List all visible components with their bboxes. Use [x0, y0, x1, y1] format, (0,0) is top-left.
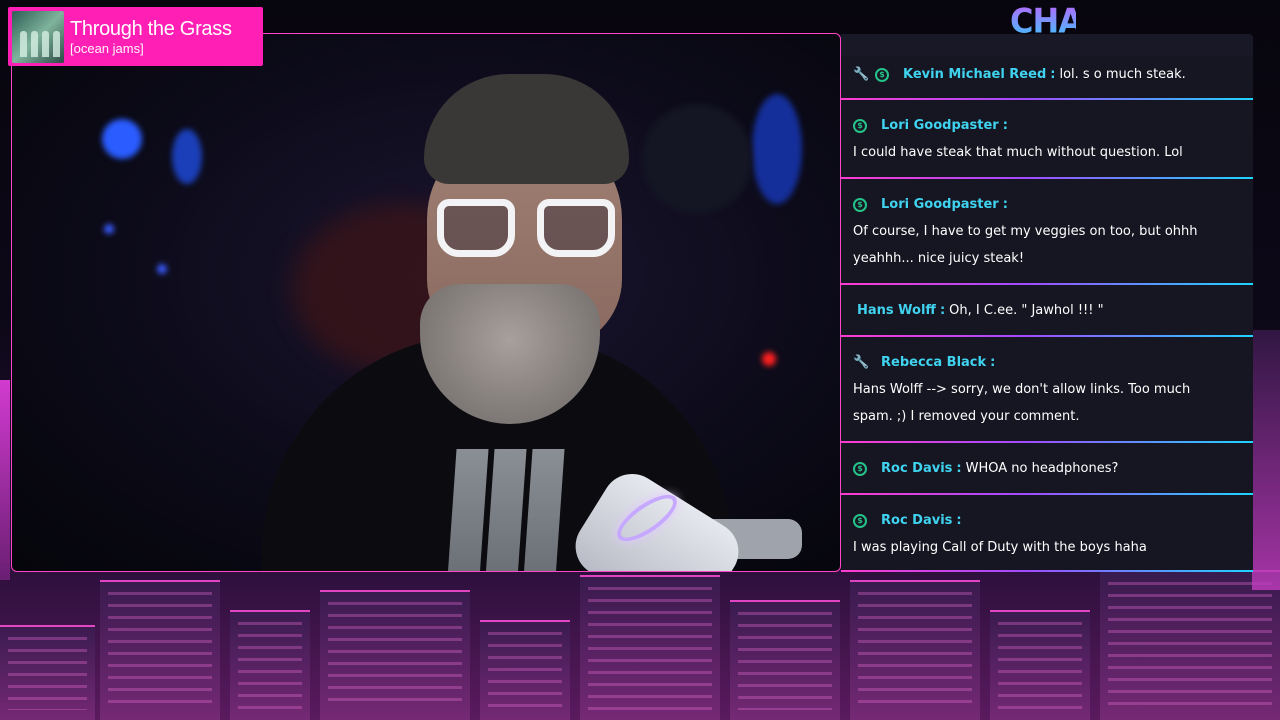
- wrench-icon: 🔧: [853, 354, 870, 370]
- chat-panel: 🔧 $ Kevin Michael Reed : lol. s o much s…: [841, 34, 1253, 572]
- chat-text: lol. s o much steak.: [1059, 67, 1186, 82]
- chat-username: Roc Davis: [881, 513, 953, 528]
- chat-message: $ Lori Goodpaster : Of course, I have to…: [841, 179, 1253, 285]
- chat-username: Hans Wolff: [857, 303, 936, 318]
- webcam-feed: [11, 33, 841, 572]
- chat-text: I was playing Call of Duty with the boys…: [853, 540, 1147, 555]
- chat-message: $ Roc Davis : I was playing Call of Duty…: [841, 495, 1253, 572]
- money-icon: $: [853, 513, 867, 528]
- chat-separator: :: [1002, 118, 1008, 133]
- chat-separator: :: [1002, 197, 1008, 212]
- wrench-icon: 🔧: [853, 66, 870, 82]
- chat-username: Kevin Michael Reed: [903, 67, 1047, 82]
- chat-text: Of course, I have to get my veggies on t…: [853, 224, 1198, 239]
- chat-separator: :: [939, 303, 946, 318]
- now-playing-subtitle: [ocean jams]: [70, 40, 144, 56]
- chat-message: $ Roc Davis : WHOA no headphones?: [841, 443, 1253, 495]
- now-playing-widget: Through the Grass [ocean jams]: [8, 7, 263, 66]
- chat-separator: :: [956, 513, 962, 528]
- chat-separator: :: [1050, 67, 1056, 82]
- album-art-image: [12, 10, 64, 63]
- chat-message: Hans Wolff : Oh, I C.ee. " Jawhol !!! ": [841, 285, 1253, 337]
- chat-username: Lori Goodpaster: [881, 118, 999, 133]
- chat-message: 🔧 Rebecca Black : Hans Wolff --> sorry, …: [841, 337, 1253, 443]
- chat-text: Hans Wolff --> sorry, we don't allow lin…: [853, 382, 1191, 397]
- left-neon-strip: [0, 380, 10, 580]
- chat-username: Lori Goodpaster: [881, 197, 999, 212]
- chat-separator: :: [990, 355, 996, 370]
- chat-text: WHOA no headphones?: [965, 461, 1119, 476]
- chat-username: Roc Davis: [881, 461, 953, 476]
- chat-text: Oh, I C.ee. " Jawhol !!! ": [949, 303, 1104, 318]
- chat-text: I could have steak that much without que…: [853, 145, 1183, 160]
- chat-separator: :: [956, 461, 962, 476]
- money-icon: $: [853, 197, 867, 212]
- now-playing-title: Through the Grass: [70, 17, 232, 40]
- money-icon: $: [875, 67, 889, 82]
- money-icon: $: [853, 461, 867, 476]
- money-icon: $: [853, 118, 867, 133]
- chat-text: yeahhh... nice juicy steak!: [853, 251, 1025, 266]
- right-neon-strip: [1252, 330, 1280, 590]
- chat-message: $ Lori Goodpaster : I could have steak t…: [841, 100, 1253, 179]
- chat-username: Rebecca Black: [881, 355, 987, 370]
- chat-message: 🔧 $ Kevin Michael Reed : lol. s o much s…: [841, 56, 1253, 100]
- chat-text: spam. ;) I removed your comment.: [853, 409, 1080, 424]
- cyberpunk-city-background: [0, 570, 1280, 720]
